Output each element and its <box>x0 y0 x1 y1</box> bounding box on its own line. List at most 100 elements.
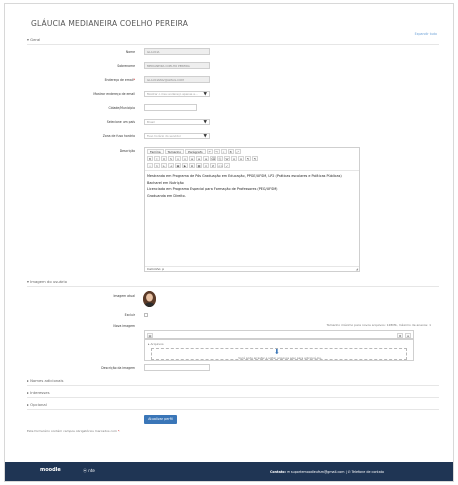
redo-icon[interactable]: ↷ <box>213 149 220 154</box>
number-list-icon[interactable]: 1 <box>154 163 160 168</box>
unlink-icon[interactable]: ⊘ <box>210 163 216 168</box>
divider <box>27 44 439 45</box>
divider <box>145 266 359 267</box>
clear-format-icon[interactable]: ⌫ <box>210 156 216 161</box>
required-mark: * <box>117 429 120 433</box>
email-input[interactable]: GLAUCIAPAV@GMAIL.COM <box>144 76 210 83</box>
nte-logo[interactable]: ⦿ nte <box>83 468 95 474</box>
paragraph-select[interactable]: Parágrafo <box>185 149 206 154</box>
bold-icon[interactable]: B <box>147 156 153 161</box>
description-label: Descrição <box>119 149 135 153</box>
chevron-right-icon: ▸ <box>27 390 29 395</box>
fullscreen-icon[interactable]: ⤢ <box>234 149 241 154</box>
expand-all-link[interactable]: Expandir tudo <box>415 32 437 36</box>
city-input[interactable] <box>144 104 197 111</box>
align-right-icon[interactable]: ≡ <box>203 156 209 161</box>
paste-word-icon[interactable]: W <box>224 156 230 161</box>
list-view-icon[interactable]: ≣ <box>397 333 403 338</box>
media-icon[interactable]: ▶ <box>182 163 188 168</box>
superscript-icon[interactable]: x <box>182 156 188 161</box>
file-dropzone[interactable]: ⬇ Você pode arrastar e soltar arquivos a… <box>151 348 407 360</box>
dropzone-hint: Você pode arrastar e soltar arquivos aqu… <box>238 356 322 360</box>
underline-icon[interactable]: U <box>161 156 167 161</box>
timezone-select[interactable]: Fuso horário do servidor ▼ <box>144 133 210 139</box>
editor-toolbar-row-2: B I U S x x ≡ ≡ ≡ ⌫ ⎘ W A A ¶ ¶ <box>145 155 359 162</box>
surname-label: Sobrenome <box>117 64 135 68</box>
outdent-icon[interactable]: ⇤ <box>161 163 167 168</box>
align-center-icon[interactable]: ≡ <box>196 156 202 161</box>
text-color-icon[interactable]: A <box>231 156 237 161</box>
spellcheck-icon[interactable]: ✓ <box>224 163 230 168</box>
picture-description-input[interactable] <box>144 364 210 371</box>
nte-logo-icon: ⦿ <box>83 468 87 473</box>
editor-toolbar-row-3: • 1 ⇤ ⇥ ▣ ▶ Ω ▦ ∞ ⊘ <> ✓ <box>145 162 359 169</box>
divider <box>27 286 439 287</box>
ltr-icon[interactable]: ¶ <box>245 156 251 161</box>
surname-input[interactable]: MEDIANEIRA COELHO PEREIRA <box>144 62 210 69</box>
paste-icon[interactable]: ⎘ <box>217 156 223 161</box>
font-size-select[interactable]: Tamanho <box>164 149 185 154</box>
undo-icon[interactable]: ↶ <box>206 149 213 154</box>
phone-icon: ✆ <box>347 470 351 474</box>
email-label: Endereço de email* <box>104 78 135 82</box>
max-size-note: Tamanho máximo para novos arquivos: 128M… <box>326 323 431 327</box>
footer-contact: Contato: ✉ suportemoodleufsm@gmail.com |… <box>270 470 385 474</box>
email-display-select[interactable]: Mostrar o meu endereço apenas a... ▼ <box>144 91 210 97</box>
code-icon[interactable]: <> <box>217 163 223 168</box>
caret-down-icon: ▼ <box>203 134 207 139</box>
contact-phone-link[interactable]: Telefone de contato <box>352 470 384 474</box>
subscript-icon[interactable]: x <box>175 156 181 161</box>
description-editor[interactable]: Família Tamanho Parágrafo ↶ ↷ ⌕ B ⤢ B I … <box>144 147 360 272</box>
chevron-down-icon: ▾ <box>27 279 29 284</box>
caret-down-icon: ▼ <box>203 92 207 97</box>
section-picture-header[interactable]: ▾ Imagem do usuário <box>27 279 67 284</box>
first-name-label: Nome <box>125 50 135 54</box>
required-mark: * <box>133 78 135 82</box>
italic-icon[interactable]: I <box>154 156 160 161</box>
bullet-list-icon[interactable]: • <box>147 163 153 168</box>
city-label: Cidade/Município <box>108 106 135 110</box>
user-avatar <box>143 291 156 307</box>
link-icon[interactable]: ∞ <box>203 163 209 168</box>
update-profile-button[interactable]: Atualizar perfil <box>144 415 177 424</box>
indent-icon[interactable]: ⇥ <box>168 163 174 168</box>
page-title: GLÁUCIA MEDIANEIRA COELHO PEREIRA <box>31 19 189 28</box>
editor-toolbar-row-1: Família Tamanho Parágrafo ↶ ↷ ⌕ B ⤢ <box>145 148 359 155</box>
email-display-label: Mostrar endereço de email <box>93 92 135 96</box>
bold-icon[interactable]: B <box>227 149 234 154</box>
delete-checkbox[interactable] <box>144 313 148 317</box>
caret-down-icon: ▼ <box>203 120 207 125</box>
file-picker-area: ▸ Arquivos ⬇ Você pode arrastar e soltar… <box>144 339 414 361</box>
contact-email-link[interactable]: suportemoodleufsm@gmail.com <box>291 470 345 474</box>
section-additional-names-header[interactable]: ▸ Nomes adicionais <box>27 378 64 383</box>
add-file-icon[interactable]: ▤ <box>147 333 153 338</box>
section-interests-header[interactable]: ▸ Interesses <box>27 390 50 395</box>
tree-view-icon[interactable]: ≡ <box>405 333 411 338</box>
delete-label: Excluir <box>124 313 135 317</box>
country-select[interactable]: Brasil ▼ <box>144 119 210 125</box>
footer: moodle ⦿ nte Contato: ✉ suportemoodleufs… <box>5 462 453 481</box>
first-name-input[interactable]: GLAUCIA <box>144 48 210 55</box>
find-icon[interactable]: ⌕ <box>220 149 227 154</box>
section-optional-header[interactable]: ▸ Opcional <box>27 402 47 407</box>
editor-content[interactable]: Mestranda em Programa de Pós Graduação e… <box>145 171 359 199</box>
country-label: Selecione um país <box>106 120 135 124</box>
required-note: Este formulário contém campos obrigatóri… <box>27 429 121 433</box>
moodle-logo[interactable]: moodle <box>40 467 61 473</box>
image-icon[interactable]: ▣ <box>175 163 181 168</box>
mail-icon: ✉ <box>287 470 290 474</box>
align-left-icon[interactable]: ≡ <box>189 156 195 161</box>
timezone-label: Zona de fuso horário <box>102 134 135 138</box>
bg-color-icon[interactable]: A <box>238 156 244 161</box>
table-icon[interactable]: ▦ <box>196 163 202 168</box>
char-map-icon[interactable]: Ω <box>189 163 195 168</box>
chevron-right-icon: ▸ <box>27 378 29 383</box>
resize-handle-icon[interactable]: ◢ <box>356 267 358 271</box>
font-family-select[interactable]: Família <box>147 149 164 154</box>
rtl-icon[interactable]: ¶ <box>252 156 258 161</box>
user-avatar-icon <box>143 291 156 307</box>
chevron-down-icon: ▾ <box>27 37 29 42</box>
strike-icon[interactable]: S <box>168 156 174 161</box>
divider <box>27 385 439 386</box>
section-general-header[interactable]: ▾ Geral <box>27 37 40 42</box>
